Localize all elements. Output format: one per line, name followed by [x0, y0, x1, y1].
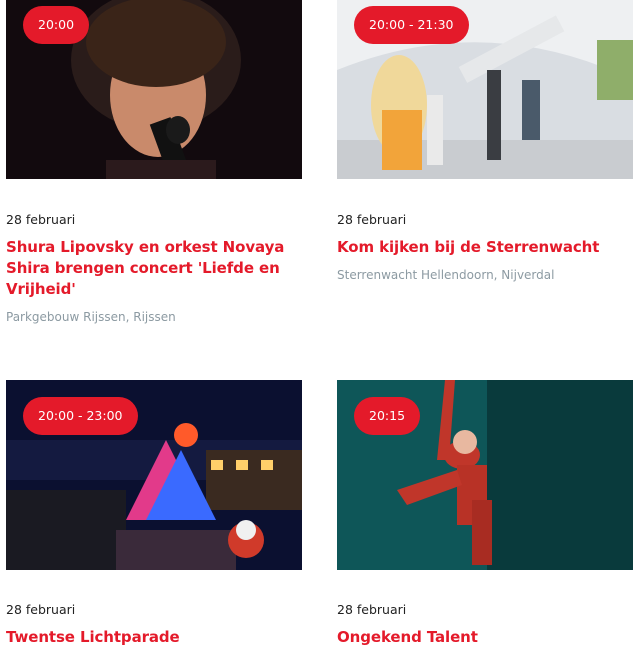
- event-title-link[interactable]: Twentse Lichtparade: [6, 627, 302, 648]
- event-location: Parkgebouw Rijssen, Rijssen: [6, 310, 176, 324]
- event-image-singer[interactable]: 20:00: [6, 0, 302, 179]
- event-time-badge: 20:00 - 23:00: [23, 397, 138, 435]
- event-date: 28 februari: [337, 602, 407, 617]
- event-date: 28 februari: [6, 602, 76, 617]
- event-location: Sterrenwacht Hellendoorn, Nijverdal: [337, 268, 555, 282]
- event-time-badge: 20:00: [23, 6, 90, 44]
- event-card[interactable]: 20:00 - 23:00 28 februari Twentse Lichtp…: [6, 380, 302, 648]
- event-grid: 20:00 28 februari Shura Lipovsky en orke…: [0, 0, 642, 662]
- event-date: 28 februari: [6, 212, 76, 227]
- event-image-lichtparade[interactable]: 20:00 - 23:00: [6, 380, 302, 570]
- event-title-link[interactable]: Shura Lipovsky en orkest Novaya Shira br…: [6, 237, 302, 300]
- event-card[interactable]: 20:15 28 februari Ongekend Talent: [337, 380, 633, 648]
- event-title-link[interactable]: Kom kijken bij de Sterrenwacht: [337, 237, 633, 258]
- event-time-badge: 20:15: [354, 397, 421, 435]
- event-title-link[interactable]: Ongekend Talent: [337, 627, 633, 648]
- event-card[interactable]: 20:00 - 21:30 28 februari Kom kijken bij…: [337, 0, 633, 283]
- event-date: 28 februari: [337, 212, 407, 227]
- event-image-dancer[interactable]: 20:15: [337, 380, 633, 570]
- event-time-badge: 20:00 - 21:30: [354, 6, 469, 44]
- event-card[interactable]: 20:00 28 februari Shura Lipovsky en orke…: [6, 0, 302, 325]
- event-image-telescope[interactable]: 20:00 - 21:30: [337, 0, 633, 179]
